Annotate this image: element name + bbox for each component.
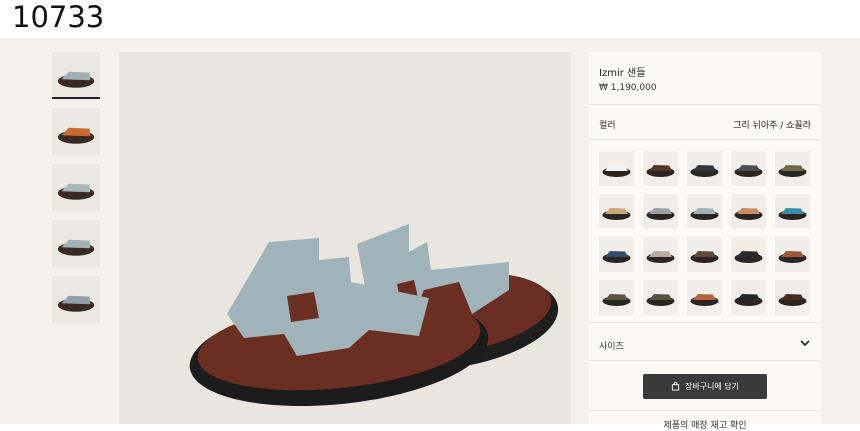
- size-label: 사이즈: [599, 342, 624, 352]
- color-swatch[interactable]: [687, 194, 722, 229]
- color-selected-value: 그리 뉘아주 / 쇼꼴라: [733, 121, 811, 131]
- divider: [589, 322, 821, 323]
- page-header: 10733: [0, 0, 860, 38]
- color-swatch[interactable]: [599, 280, 634, 315]
- main-product-image: [119, 52, 571, 424]
- divider: [589, 410, 821, 411]
- sandal-illustration: [119, 52, 571, 424]
- divider: [589, 139, 821, 140]
- thumbnail-image[interactable]: [52, 164, 100, 211]
- color-swatch[interactable]: [599, 151, 634, 186]
- thumbnail-image[interactable]: [52, 108, 100, 155]
- add-to-cart-label: 장바구니에 담기: [684, 382, 740, 391]
- color-swatch[interactable]: [643, 194, 678, 229]
- color-swatch[interactable]: [775, 151, 810, 186]
- color-swatch[interactable]: [775, 280, 810, 315]
- color-swatch[interactable]: [687, 151, 722, 186]
- thumbnail-image[interactable]: [52, 220, 100, 267]
- item-id: 10733: [12, 0, 105, 34]
- color-swatch[interactable]: [731, 237, 766, 272]
- chevron-down-icon[interactable]: [799, 337, 811, 349]
- store-availability-link[interactable]: 제품의 매장 재고 확인: [589, 418, 821, 431]
- color-swatch[interactable]: [643, 237, 678, 272]
- color-swatch[interactable]: [599, 237, 634, 272]
- thumbnail-image[interactable]: [52, 52, 100, 99]
- color-swatch[interactable]: [687, 237, 722, 272]
- shopping-bag-icon: [671, 382, 680, 391]
- product-title: Izmir 샌들: [599, 68, 646, 79]
- color-swatch[interactable]: [731, 280, 766, 315]
- thumbnail-image[interactable]: [52, 276, 100, 323]
- add-to-cart-button[interactable]: 장바구니에 담기: [643, 374, 767, 399]
- color-swatch[interactable]: [775, 237, 810, 272]
- color-swatch[interactable]: [643, 151, 678, 186]
- color-swatch[interactable]: [643, 280, 678, 315]
- divider: [589, 360, 821, 361]
- color-swatch[interactable]: [731, 151, 766, 186]
- color-swatch[interactable]: [731, 194, 766, 229]
- color-swatch[interactable]: [775, 194, 810, 229]
- product-price: ₩ 1,190,000: [599, 83, 657, 93]
- product-info-panel: Izmir 샌들 ₩ 1,190,000 컬러 그리 뉘아주 / 쇼꼴라 사이즈…: [589, 52, 821, 431]
- color-label: 컬러: [599, 121, 616, 131]
- divider: [589, 104, 821, 105]
- color-swatch[interactable]: [687, 280, 722, 315]
- color-swatch[interactable]: [599, 194, 634, 229]
